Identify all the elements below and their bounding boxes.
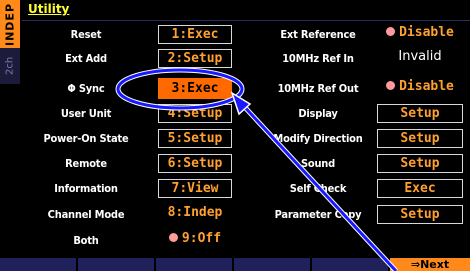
mode-indicator-indep: INDEP	[0, 0, 20, 48]
label-ext-reference: Ext Reference	[280, 28, 356, 41]
next-softkey[interactable]: ⇒Next	[390, 258, 470, 271]
pointer-arrow-head	[230, 91, 252, 116]
label-reset: Reset	[70, 28, 102, 41]
label-10mhz-ref-out: 10MHz Ref Out	[277, 82, 359, 95]
10mhz-ref-in-value: Invalid	[398, 49, 442, 64]
side-strip	[0, 84, 20, 256]
10mhz-ref-out-value: Disable	[399, 79, 454, 94]
softkey-2[interactable]	[78, 258, 156, 271]
phase-sync-button[interactable]: 3:Exec	[158, 78, 232, 99]
utility-screen: INDEP 2ch Utility Reset 1:Exec Ext Add 2…	[0, 0, 470, 271]
label-ext-add: Ext Add	[65, 52, 107, 65]
label-channel-mode: Channel Mode	[47, 208, 125, 221]
softkey-5[interactable]	[312, 258, 390, 271]
label-information: Information	[54, 182, 118, 195]
softkey-4[interactable]	[234, 258, 312, 271]
display-button[interactable]: Setup	[377, 104, 463, 123]
title-divider	[22, 20, 470, 21]
channel-mode-value[interactable]: 8:Indep	[158, 205, 232, 220]
label-user-unit: User Unit	[60, 107, 112, 120]
menu-title: Utility	[28, 2, 70, 16]
reset-button[interactable]: 1:Exec	[158, 25, 232, 44]
softkey-3[interactable]	[156, 258, 234, 271]
both-value: 9:Off	[181, 231, 222, 246]
label-sound: Sound	[300, 157, 336, 170]
ext-reference-radio[interactable]: Disable	[377, 25, 463, 40]
10mhz-ref-out-radio[interactable]: Disable	[377, 79, 463, 94]
softkey-1[interactable]	[0, 258, 78, 271]
sound-button[interactable]: Setup	[377, 154, 463, 173]
self-check-button[interactable]: Exec	[377, 179, 463, 198]
channel-indicator: 2ch	[0, 48, 20, 84]
label-modify-direction: Modify Direction	[273, 132, 363, 145]
label-10mhz-ref-in: 10MHz Ref In	[282, 52, 354, 65]
label-phase-sync: Φ Sync	[67, 82, 105, 95]
user-unit-button[interactable]: 4:Setup	[158, 104, 232, 123]
label-both: Both	[73, 234, 99, 247]
remote-button[interactable]: 6:Setup	[158, 154, 232, 173]
modify-direction-button[interactable]: Setup	[377, 129, 463, 148]
label-parameter-copy: Parameter Copy	[274, 208, 362, 221]
radio-icon	[386, 81, 396, 90]
label-remote: Remote	[65, 157, 107, 170]
information-button[interactable]: 7:View	[158, 179, 232, 198]
label-display: Display	[298, 107, 338, 120]
both-radio[interactable]: 9:Off	[158, 231, 232, 246]
parameter-copy-button[interactable]: Setup	[377, 205, 463, 224]
label-self-check: Self Check	[289, 182, 347, 195]
label-power-on-state: Power-On State	[43, 132, 129, 145]
power-on-state-button[interactable]: 5:Setup	[158, 129, 232, 148]
softkey-bar: ⇒Next	[0, 258, 470, 271]
ext-add-button[interactable]: 2:Setup	[158, 49, 232, 68]
ext-reference-value: Disable	[399, 25, 454, 40]
radio-icon	[168, 233, 178, 242]
radio-icon	[386, 27, 396, 36]
